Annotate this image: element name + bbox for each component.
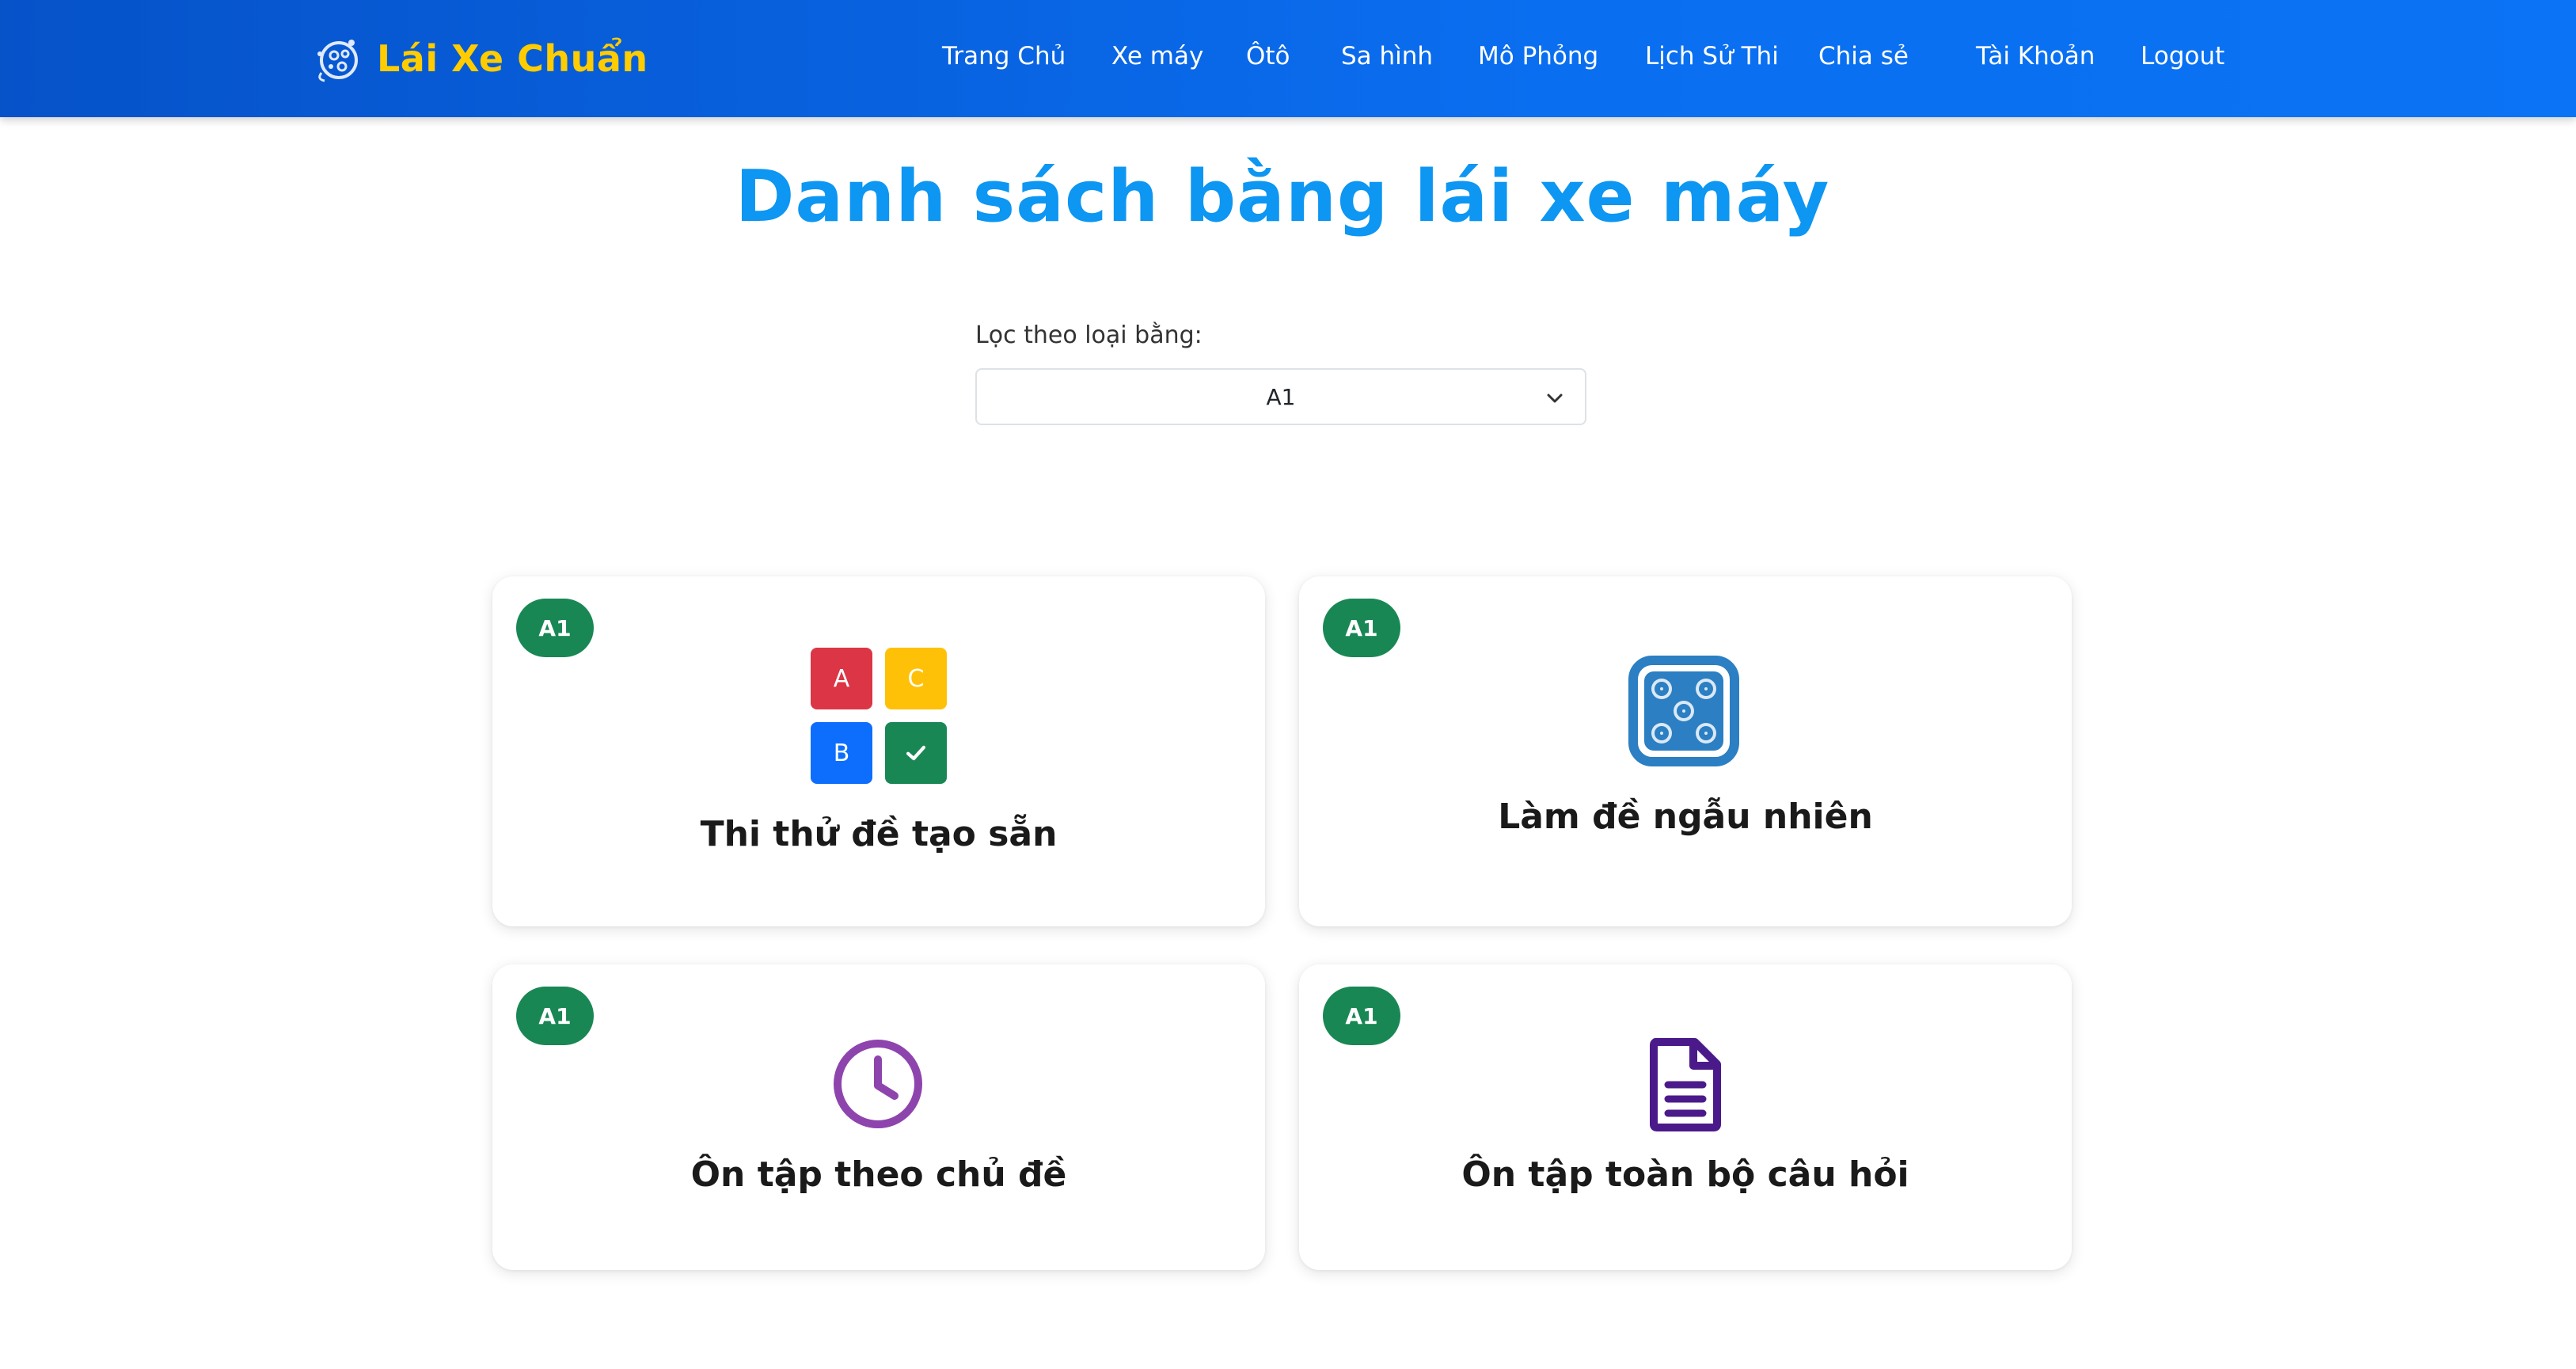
card-title: Làm đề ngẫu nhiên	[1498, 797, 1873, 837]
quiz-cell-a: A	[811, 648, 872, 709]
nav-item-tai-khoan[interactable]: Tài Khoản	[1976, 36, 2095, 76]
clock-icon	[834, 1040, 922, 1128]
license-badge: A1	[516, 987, 594, 1045]
nav-item-logout[interactable]: Logout	[2141, 36, 2225, 76]
filter-label: Lọc theo loại bằng:	[975, 321, 1203, 349]
nav-item-trang-chu[interactable]: Trang Chủ	[942, 36, 1066, 76]
dice-icon	[1628, 656, 1739, 766]
quiz-abc-icon: A C B	[811, 648, 947, 784]
card-full-question-review[interactable]: A1 Ôn tập toàn bộ câu hỏi	[1299, 964, 2072, 1270]
nav-item-oto[interactable]: Ôtô	[1246, 36, 1290, 76]
nav-item-lich-su-thi[interactable]: Lịch Sử Thi	[1645, 36, 1779, 76]
quiz-cell-b: B	[811, 722, 872, 784]
brand-link[interactable]: Lái Xe Chuẩn	[310, 27, 648, 90]
quiz-cell-c: C	[885, 648, 947, 709]
card-title: Thi thử đề tạo sẵn	[700, 814, 1058, 854]
brand-name: Lái Xe Chuẩn	[377, 37, 648, 80]
brand-logo-icon	[317, 40, 358, 82]
license-type-selected-value: A1	[1266, 383, 1296, 410]
license-badge: A1	[1323, 987, 1400, 1045]
license-type-select[interactable]: A1	[975, 368, 1586, 425]
nav-item-sa-hinh[interactable]: Sa hình	[1341, 36, 1433, 76]
card-topic-review[interactable]: A1 Ôn tập theo chủ đề	[492, 964, 1265, 1270]
document-icon	[1650, 1038, 1721, 1131]
top-navbar: Lái Xe Chuẩn Trang Chủ Xe máy Ôtô Sa hìn…	[0, 0, 2576, 117]
card-title: Ôn tập theo chủ đề	[690, 1154, 1067, 1195]
nav-item-mo-phong[interactable]: Mô Phỏng	[1478, 36, 1598, 76]
page-title: Danh sách bằng lái xe máy	[735, 155, 1830, 238]
nav-item-xe-may[interactable]: Xe máy	[1111, 36, 1203, 76]
license-badge: A1	[516, 599, 594, 657]
chevron-down-icon	[1547, 394, 1563, 403]
license-badge: A1	[1323, 599, 1400, 657]
check-icon	[885, 722, 947, 784]
card-practice-test[interactable]: A1 A C B Thi thử đề tạo sẵn	[492, 576, 1265, 926]
nav-item-chia-se[interactable]: Chia sẻ	[1818, 36, 1909, 76]
card-title: Ôn tập toàn bộ câu hỏi	[1461, 1154, 1909, 1195]
card-random-test[interactable]: A1 Làm đề ngẫu nhiên	[1299, 576, 2072, 926]
